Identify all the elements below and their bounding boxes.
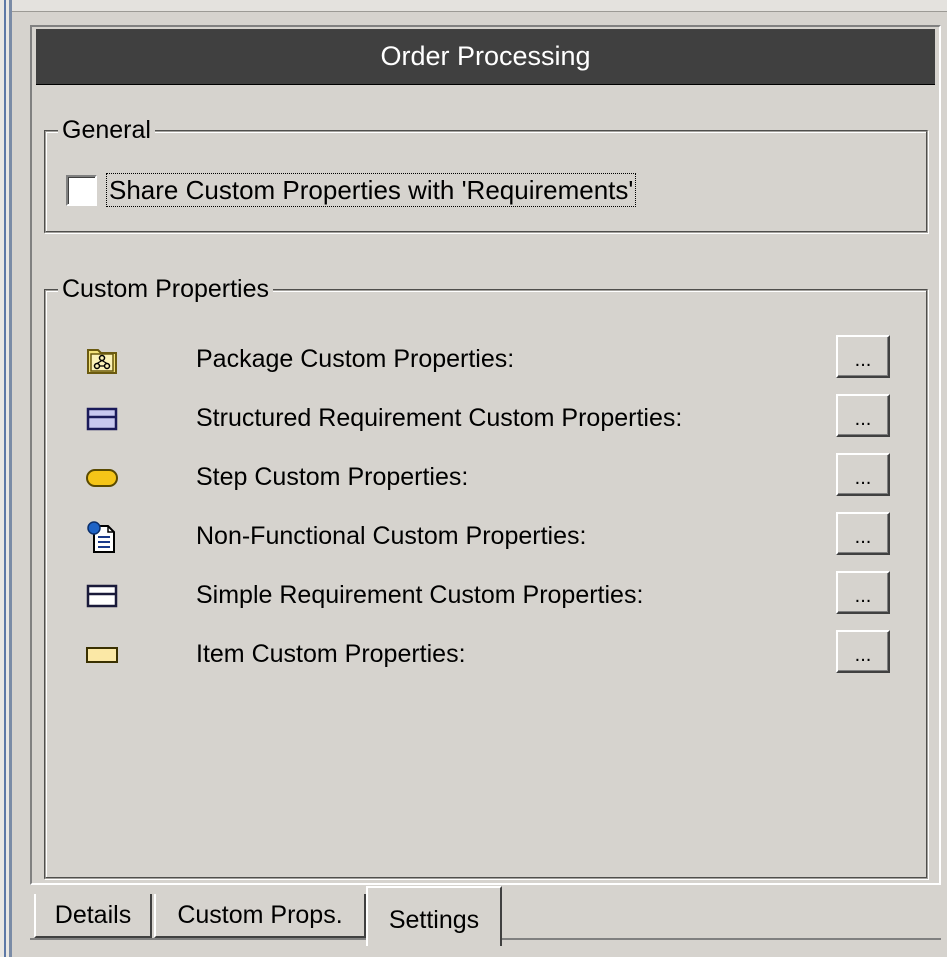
non-functional-custom-properties-row: Non-Functional Custom Properties: ... (46, 512, 930, 562)
panel-title: Order Processing (36, 29, 935, 85)
simple-requirement-icon (82, 579, 122, 613)
step-icon (82, 461, 122, 495)
step-custom-properties-button[interactable]: ... (836, 453, 890, 496)
tab-details[interactable]: Details (34, 894, 152, 938)
package-custom-properties-button[interactable]: ... (836, 335, 890, 378)
window-left-edge (0, 0, 12, 957)
share-custom-properties-option[interactable]: Share Custom Properties with 'Requiremen… (66, 173, 637, 207)
simple-requirement-custom-properties-button[interactable]: ... (836, 571, 890, 614)
non-functional-icon (82, 520, 122, 554)
tab-settings[interactable]: Settings (366, 886, 502, 946)
window-top-edge (12, 0, 947, 12)
structured-requirement-custom-properties-row: Structured Requirement Custom Properties… (46, 394, 930, 444)
share-custom-properties-checkbox[interactable] (66, 174, 97, 206)
general-legend: General (58, 114, 155, 146)
item-custom-properties-label: Item Custom Properties: (196, 640, 466, 668)
share-custom-properties-label[interactable]: Share Custom Properties with 'Requiremen… (105, 173, 637, 207)
simple-requirement-custom-properties-row: Simple Requirement Custom Properties: ..… (46, 571, 930, 621)
properties-panel: Order Processing General Share Custom Pr… (30, 25, 941, 885)
tab-custom-props[interactable]: Custom Props. (154, 894, 366, 938)
non-functional-custom-properties-button[interactable]: ... (836, 512, 890, 555)
structured-requirement-custom-properties-label: Structured Requirement Custom Properties… (196, 404, 683, 432)
item-custom-properties-row: Item Custom Properties: ... (46, 630, 930, 680)
item-custom-properties-button[interactable]: ... (836, 630, 890, 673)
custom-properties-groupbox: Custom Properties Package Custom Propert… (44, 273, 930, 879)
step-custom-properties-label: Step Custom Properties: (196, 463, 469, 491)
structured-requirement-icon (82, 402, 122, 436)
tab-strip: Details Custom Props. Settings (30, 886, 941, 950)
window-edge-stripe (4, 0, 6, 957)
simple-requirement-custom-properties-label: Simple Requirement Custom Properties: (196, 581, 644, 609)
item-icon (82, 638, 122, 672)
step-custom-properties-row: Step Custom Properties: ... (46, 453, 930, 503)
package-custom-properties-row: Package Custom Properties: ... (46, 335, 930, 385)
package-icon (82, 343, 122, 377)
custom-properties-legend: Custom Properties (58, 273, 274, 305)
package-custom-properties-label: Package Custom Properties: (196, 345, 515, 373)
non-functional-custom-properties-label: Non-Functional Custom Properties: (196, 522, 587, 550)
general-groupbox: General Share Custom Properties with 'Re… (44, 114, 928, 233)
structured-requirement-custom-properties-button[interactable]: ... (836, 394, 890, 437)
